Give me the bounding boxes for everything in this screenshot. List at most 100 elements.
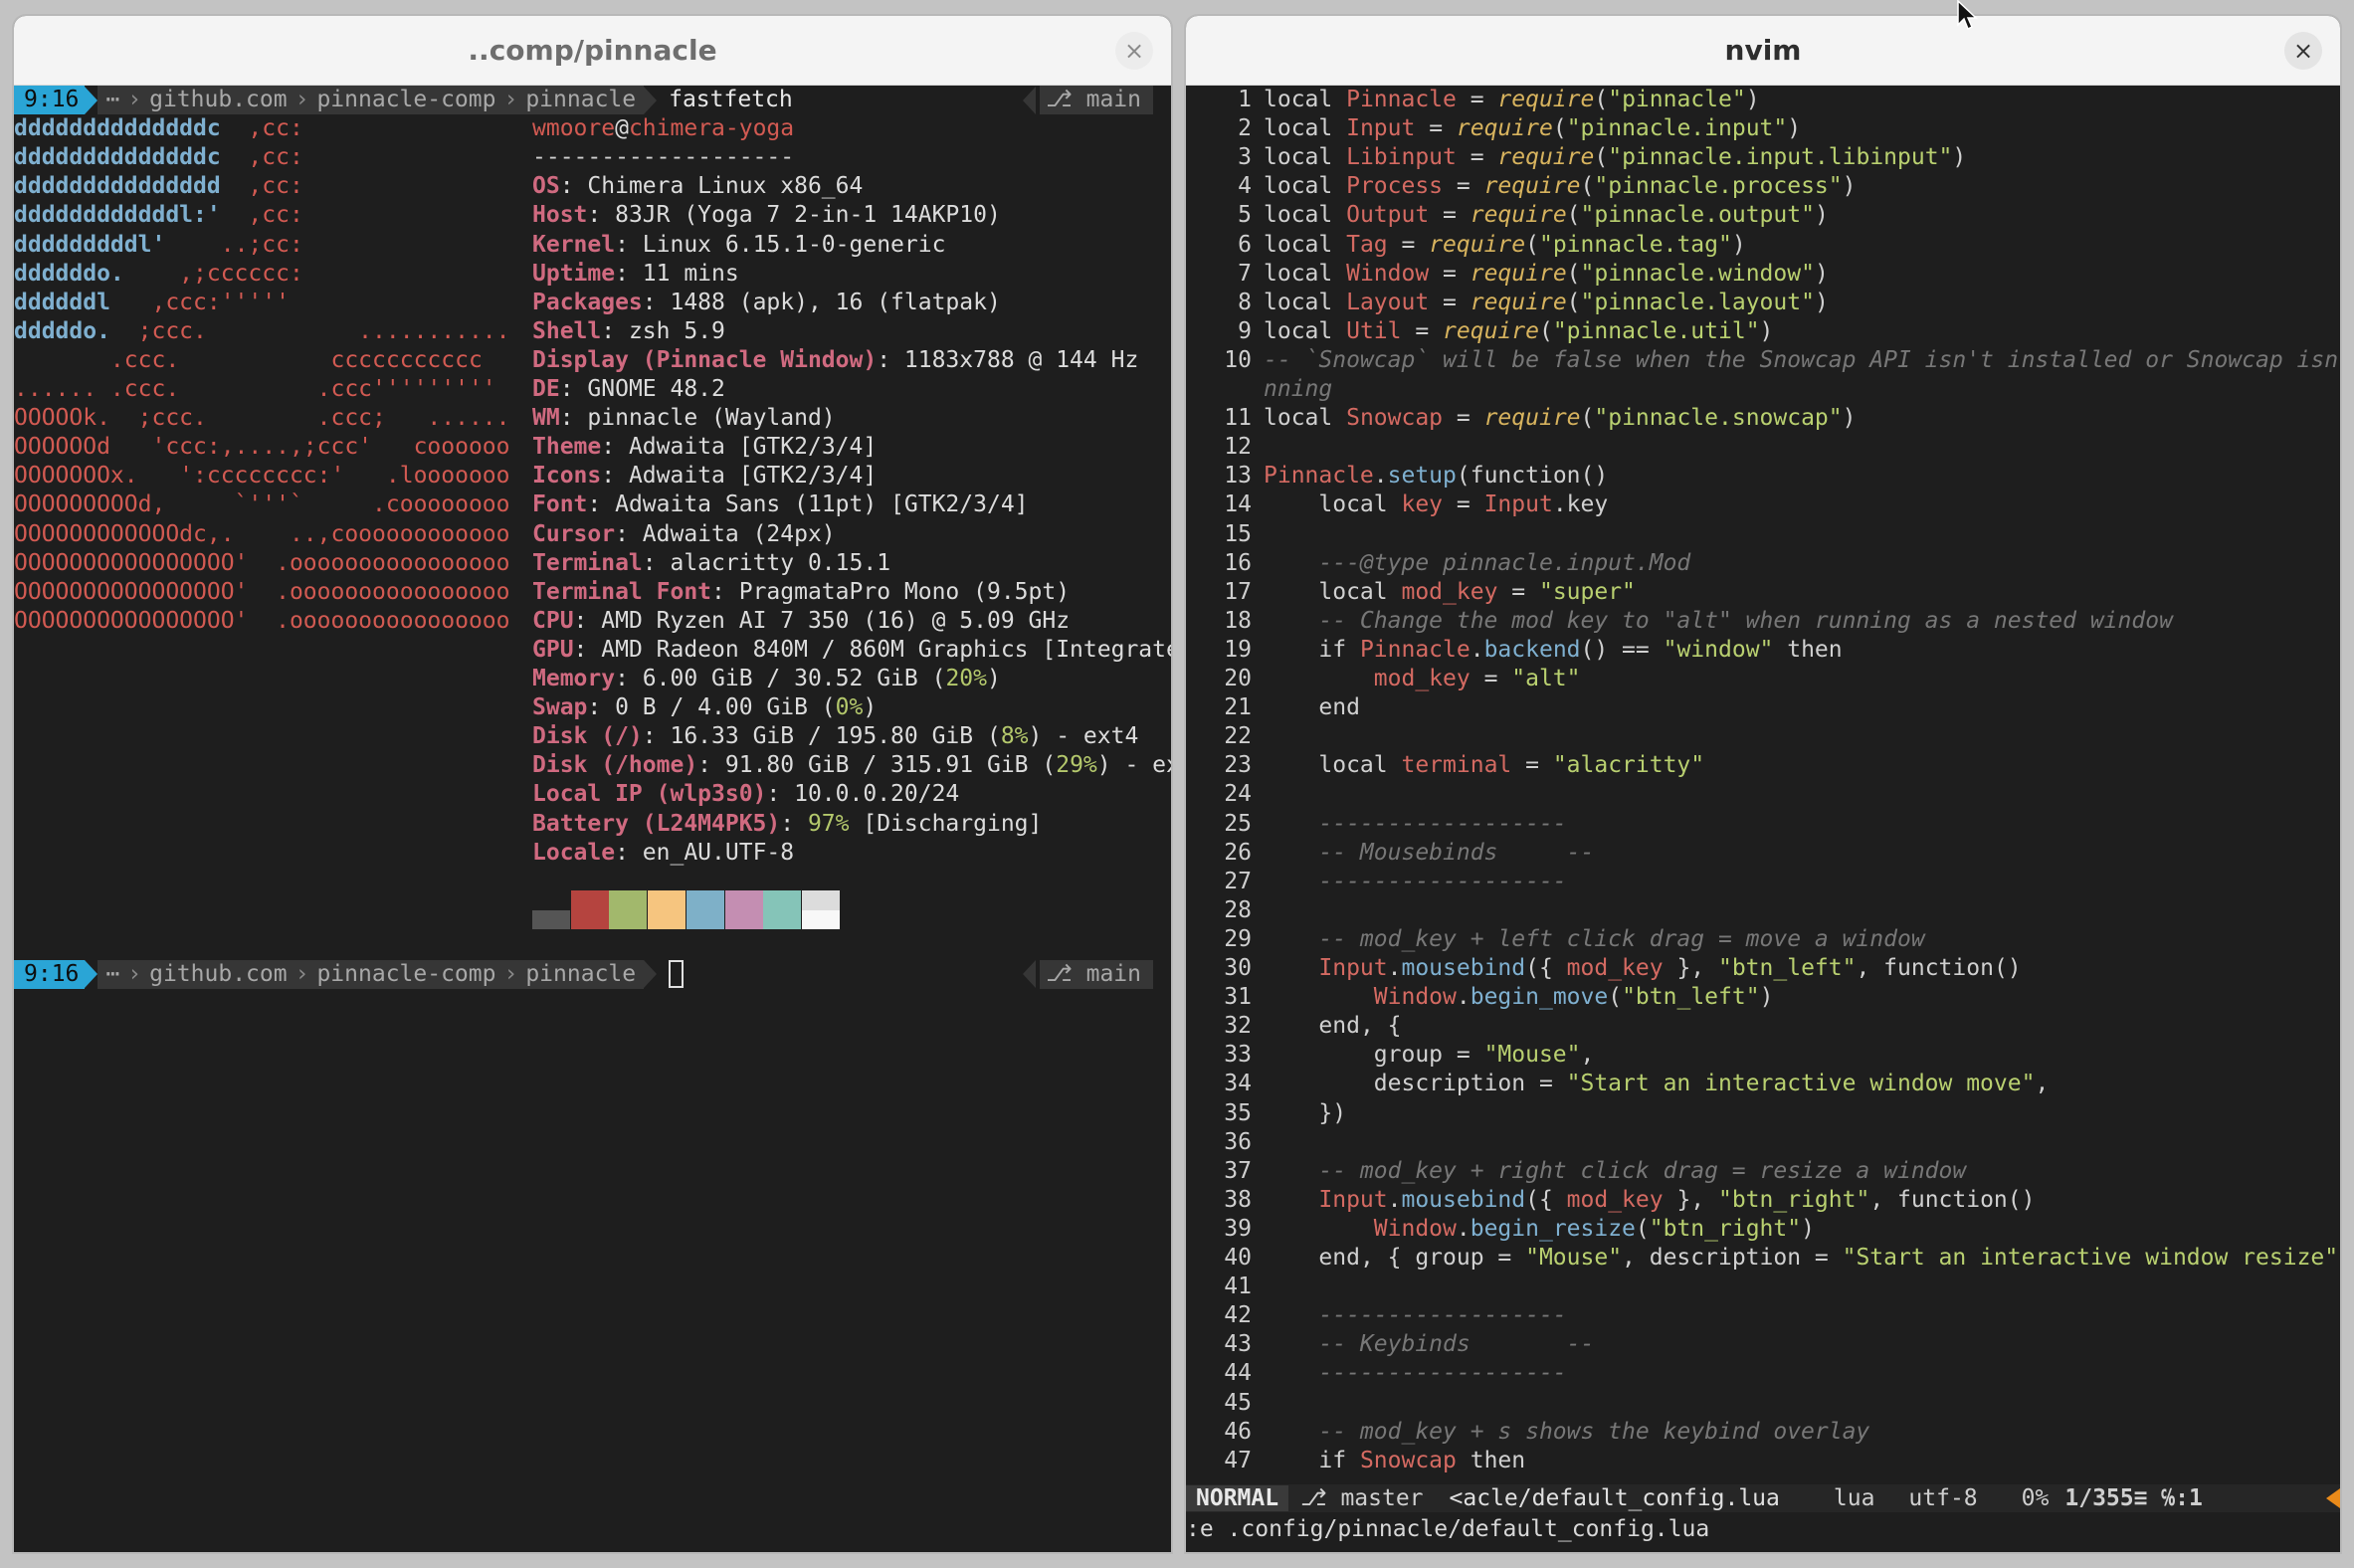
- line-number: 37: [1224, 1157, 1252, 1184]
- code-line[interactable]: Window.begin_move("btn_left"): [1264, 983, 1774, 1012]
- editor-area[interactable]: 1 local Pinnacle = require("pinnacle") 2 lo…: [1186, 86, 2340, 1552]
- colon: :: [587, 202, 616, 229]
- code-line[interactable]: local Pinnacle = require("pinnacle"): [1264, 86, 1760, 114]
- path-chevron-icon: ›: [503, 960, 518, 987]
- code-line[interactable]: if Snowcap then: [1264, 1447, 1525, 1475]
- close-button[interactable]: ×: [1115, 32, 1153, 70]
- info-row: Cursor: Adwaita (24px): [532, 520, 836, 549]
- code-line[interactable]: Input.mousebind({ mod_key }, "btn_left",…: [1264, 954, 2021, 983]
- close-button[interactable]: ×: [2284, 32, 2322, 70]
- line-number: 25: [1224, 810, 1252, 837]
- logo-part: OOOOOOOOOd, `'''` .coooooooo: [14, 491, 510, 518]
- code-line[interactable]: -- Change the mod key to "alt" when runn…: [1264, 607, 2173, 636]
- code-token: Input: [1264, 1186, 1388, 1213]
- code-line[interactable]: if Pinnacle.backend() == "window" then: [1264, 636, 1843, 665]
- code-token: "pinnacle": [1608, 87, 1746, 112]
- code-token: (function(): [1456, 463, 1609, 490]
- code-line[interactable]: ---@type pinnacle.input.Mod: [1264, 549, 1690, 578]
- code-line[interactable]: end: [1264, 693, 1360, 722]
- color-swatch: [763, 889, 802, 910]
- code-line[interactable]: Input.mousebind({ mod_key }, "btn_right"…: [1264, 1186, 2035, 1215]
- titlebar[interactable]: nvim ×: [1186, 16, 2340, 86]
- code-token: local: [1264, 144, 1347, 171]
- code-line[interactable]: ------------------: [1264, 1359, 1566, 1388]
- code-line[interactable]: Window.begin_resize("btn_right"): [1264, 1215, 1815, 1244]
- code-line[interactable]: local Input = require("pinnacle.input"): [1264, 114, 1801, 143]
- code-token: end: [1264, 1013, 1360, 1040]
- code-token: Libinput: [1346, 144, 1457, 171]
- code-token: require: [1497, 144, 1595, 171]
- code-line[interactable]: local key = Input.key: [1264, 490, 1608, 519]
- code-line[interactable]: description = "Start an interactive wind…: [1264, 1070, 2050, 1098]
- code-token: require: [1456, 115, 1553, 142]
- info-row: Uptime: 11 mins: [532, 260, 739, 289]
- code-line[interactable]: group = "Mouse",: [1264, 1041, 1595, 1070]
- logo-part: dddddddddl': [14, 231, 166, 258]
- code-token: }): [1264, 1099, 1347, 1126]
- code-line[interactable]: nning: [1264, 375, 1332, 404]
- code-line[interactable]: -- mod_key + right click drag = resize a…: [1264, 1157, 1966, 1186]
- code-line[interactable]: }): [1264, 1099, 1346, 1128]
- code-token: (: [1566, 289, 1581, 315]
- code-line[interactable]: local Process = require("pinnacle.proces…: [1264, 172, 1856, 201]
- colon: :: [642, 289, 671, 315]
- code-token: .: [1456, 1215, 1471, 1242]
- code-line[interactable]: end, { group = "Mouse", description = "S…: [1264, 1244, 2340, 1273]
- titlebar[interactable]: ..comp/pinnacle ×: [14, 16, 1171, 86]
- code-line[interactable]: local Util = require("pinnacle.util"): [1264, 317, 1773, 346]
- info-value: Linux 6.15.1-0-generic: [642, 231, 946, 258]
- code-token: then: [1773, 636, 1843, 663]
- code-line[interactable]: local Window = require("pinnacle.window"…: [1264, 260, 1829, 289]
- code-line[interactable]: ------------------: [1264, 868, 1566, 896]
- code-line[interactable]: -- `Snowcap` will be false when the Snow…: [1264, 346, 2340, 375]
- colon: :: [601, 317, 629, 344]
- code-line[interactable]: -- Mousebinds --: [1264, 839, 1594, 868]
- code-line[interactable]: end, {: [1264, 1012, 1401, 1041]
- line-number: 24: [1224, 781, 1252, 808]
- code-line[interactable]: local Output = require("pinnacle.output"…: [1264, 201, 1829, 230]
- separator: -------------------: [532, 144, 795, 171]
- code-line[interactable]: local Layout = require("pinnacle.layout"…: [1264, 289, 1829, 317]
- code-line[interactable]: local Tag = require("pinnacle.tag"): [1264, 231, 1746, 260]
- info-suffix: ) - ext4: [1028, 723, 1139, 750]
- prompt-time: 9:16: [14, 959, 86, 989]
- code-token: terminal: [1401, 752, 1512, 779]
- code-line[interactable]: local mod_key = "super": [1264, 578, 1636, 607]
- code-line[interactable]: ------------------: [1264, 810, 1566, 839]
- code-token: ): [1745, 87, 1760, 112]
- code-line[interactable]: Pinnacle.setup(function(): [1264, 462, 1608, 490]
- code-token: ---@type pinnacle.input.Mod: [1264, 549, 1691, 576]
- logo-part: ddddddddddddddd: [14, 173, 221, 200]
- colon: :: [642, 723, 671, 750]
- line-number: 12: [1224, 434, 1252, 461]
- nvim-window[interactable]: nvim × 1 local Pinnacle = require("pinnac…: [1186, 16, 2340, 1552]
- line-number: 8: [1238, 289, 1252, 315]
- code-line[interactable]: ------------------: [1264, 1301, 1566, 1330]
- code-token: mod_key: [1566, 1186, 1664, 1213]
- code-token: Input: [1346, 115, 1416, 142]
- code-token: require: [1470, 289, 1567, 315]
- colon: :: [642, 549, 671, 576]
- code-line[interactable]: -- mod_key + left click drag = move a wi…: [1264, 925, 1924, 954]
- colon: :: [601, 434, 629, 461]
- code-token: group =: [1264, 1042, 1484, 1069]
- logo-part: ,;cccccc:: [123, 260, 303, 287]
- code-line[interactable]: mod_key = "alt": [1264, 665, 1581, 693]
- path-segment: pinnacle-comp: [316, 960, 496, 987]
- terminal-area[interactable]: 9:16 ⋯ › github.com › pinnacle-comp › pinnacle f…: [14, 86, 1171, 1552]
- code-line[interactable]: -- Keybinds --: [1264, 1330, 1594, 1359]
- code-line[interactable]: -- mod_key + s shows the keybind overlay: [1264, 1418, 1869, 1447]
- percent: 97%: [807, 810, 850, 837]
- code-line[interactable]: local terminal = "alacritty": [1264, 751, 1704, 780]
- code-token: }): [2338, 1245, 2340, 1271]
- code-line[interactable]: local Libinput = require("pinnacle.input…: [1264, 143, 1966, 172]
- code-line[interactable]: local Snowcap = require("pinnacle.snowca…: [1264, 404, 1856, 433]
- line-number: 43: [1224, 1331, 1252, 1358]
- cursor[interactable]: [669, 960, 685, 989]
- terminal-window[interactable]: ..comp/pinnacle × 9:16 ⋯ › github.com › pinna…: [14, 16, 1171, 1552]
- colon: :: [615, 666, 643, 691]
- prompt-arrow: [85, 960, 98, 989]
- info-value: 91.80 GiB / 315.91 GiB (: [724, 752, 1057, 779]
- code-token: () ==: [1580, 636, 1664, 663]
- command-line[interactable]: :e .config/pinnacle/default_config.lua: [1186, 1514, 2340, 1544]
